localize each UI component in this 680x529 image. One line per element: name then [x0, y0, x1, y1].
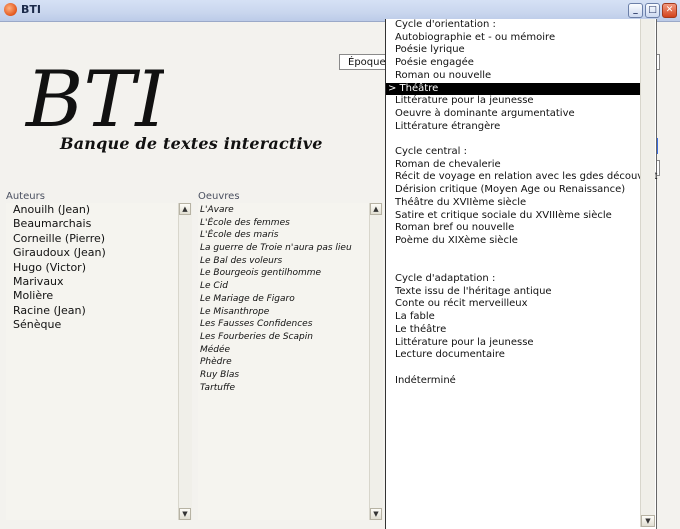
- genre-option[interactable]: Littérature pour la jeunesse: [395, 95, 534, 108]
- epoque-select[interactable]: Époque: [339, 54, 389, 70]
- genre-option[interactable]: Poème du XIXème siècle: [395, 235, 518, 248]
- genre-option[interactable]: Dérision critique (Moyen Age ou Renaissa…: [395, 184, 625, 197]
- work-item[interactable]: L'École des femmes: [200, 217, 355, 230]
- work-item[interactable]: Tartuffe: [200, 382, 355, 395]
- genre-option[interactable]: Texte issu de l'héritage antique: [395, 286, 552, 299]
- works-scroll-up-button[interactable]: ▲: [370, 203, 382, 215]
- genre-option[interactable]: Autobiographie et - ou mémoire: [395, 32, 555, 45]
- close-button[interactable]: ✕: [662, 3, 677, 18]
- author-item[interactable]: Marivaux: [13, 275, 106, 289]
- work-item[interactable]: Médée: [200, 344, 355, 357]
- genre-option[interactable]: Récit de voyage en relation avec les gde…: [395, 171, 657, 184]
- genre-group-header[interactable]: Cycle d'orientation :: [395, 19, 496, 32]
- maximize-button[interactable]: □: [645, 3, 660, 18]
- genre-option[interactable]: Théâtre du XVIIème siècle: [395, 197, 526, 210]
- works-scroll-down-button[interactable]: ▼: [370, 508, 382, 520]
- genre-option[interactable]: Littérature pour la jeunesse: [395, 337, 534, 350]
- genre-option[interactable]: Indéterminé: [395, 375, 456, 388]
- app-subtitle: Banque de textes interactive: [60, 134, 323, 153]
- work-item[interactable]: Le Misanthrope: [200, 306, 355, 319]
- author-item[interactable]: Giraudoux (Jean): [13, 246, 106, 260]
- work-item[interactable]: Ruy Blas: [200, 369, 355, 382]
- genre-group-header[interactable]: Cycle d'adaptation :: [395, 273, 495, 286]
- genre-scroll-down-button[interactable]: ▼: [641, 515, 655, 527]
- work-item[interactable]: La guerre de Troie n'aura pas lieu: [200, 242, 355, 255]
- genre-option[interactable]: Poésie engagée: [395, 57, 474, 70]
- author-item[interactable]: Molière: [13, 289, 106, 303]
- authors-list[interactable]: Anouilh (Jean) Beaumarchais Corneille (Pie…: [6, 203, 192, 520]
- author-item[interactable]: Anouilh (Jean): [13, 203, 106, 217]
- genre-dropdown[interactable]: Cycle d'orientation : Autobiographie et -…: [385, 19, 657, 529]
- bti-logo: BTI: [24, 55, 164, 138]
- authors-scroll-down-button[interactable]: ▼: [179, 508, 191, 520]
- genre-option[interactable]: Roman ou nouvelle: [395, 70, 491, 83]
- genre-option[interactable]: Littérature étrangère: [395, 121, 500, 134]
- genre-option[interactable]: Roman de chevalerie: [395, 159, 501, 172]
- work-item[interactable]: Le Bourgeois gentilhomme: [200, 267, 355, 280]
- work-item[interactable]: Les Fausses Confidences: [200, 318, 355, 331]
- author-item[interactable]: Beaumarchais: [13, 217, 106, 231]
- genre-option[interactable]: Conte ou récit merveilleux: [395, 298, 528, 311]
- work-item[interactable]: Phèdre: [200, 356, 355, 369]
- minimize-button[interactable]: _: [628, 3, 643, 18]
- author-item[interactable]: Racine (Jean): [13, 304, 106, 318]
- genre-option[interactable]: Oeuvre à dominante argumentative: [395, 108, 575, 121]
- works-list[interactable]: L'Avare L'École des femmes L'École des mar…: [198, 203, 383, 520]
- genre-option[interactable]: > Théâtre: [386, 82, 640, 96]
- genre-scrollbar[interactable]: ▼: [640, 19, 655, 527]
- author-item[interactable]: Hugo (Victor): [13, 261, 106, 275]
- works-header: Oeuvres: [198, 191, 240, 202]
- genre-option[interactable]: Roman bref ou nouvelle: [395, 222, 514, 235]
- genre-option[interactable]: La fable: [395, 311, 435, 324]
- works-scrollbar[interactable]: ▲ ▼: [369, 203, 383, 520]
- work-item[interactable]: Le Bal des voleurs: [200, 255, 355, 268]
- genre-option[interactable]: Satire et critique sociale du XVIIIème s…: [395, 210, 612, 223]
- work-item[interactable]: L'École des maris: [200, 229, 355, 242]
- work-item[interactable]: Les Fourberies de Scapin: [200, 331, 355, 344]
- author-item[interactable]: Corneille (Pierre): [13, 232, 106, 246]
- genre-option[interactable]: Lecture documentaire: [395, 349, 505, 362]
- genre-group-header[interactable]: Cycle central :: [395, 146, 467, 159]
- authors-scroll-up-button[interactable]: ▲: [179, 203, 191, 215]
- app-icon: [4, 3, 17, 16]
- authors-header: Auteurs: [6, 191, 45, 202]
- window-title: BTI: [21, 3, 41, 16]
- genre-option[interactable]: Poésie lyrique: [395, 44, 465, 57]
- logo-text: BTI: [24, 55, 164, 138]
- work-item[interactable]: Le Mariage de Figaro: [200, 293, 355, 306]
- work-item[interactable]: Le Cid: [200, 280, 355, 293]
- author-item[interactable]: Sénèque: [13, 318, 106, 332]
- work-item[interactable]: L'Avare: [200, 204, 355, 217]
- genre-option[interactable]: Le théâtre: [395, 324, 446, 337]
- authors-scrollbar[interactable]: ▲ ▼: [178, 203, 192, 520]
